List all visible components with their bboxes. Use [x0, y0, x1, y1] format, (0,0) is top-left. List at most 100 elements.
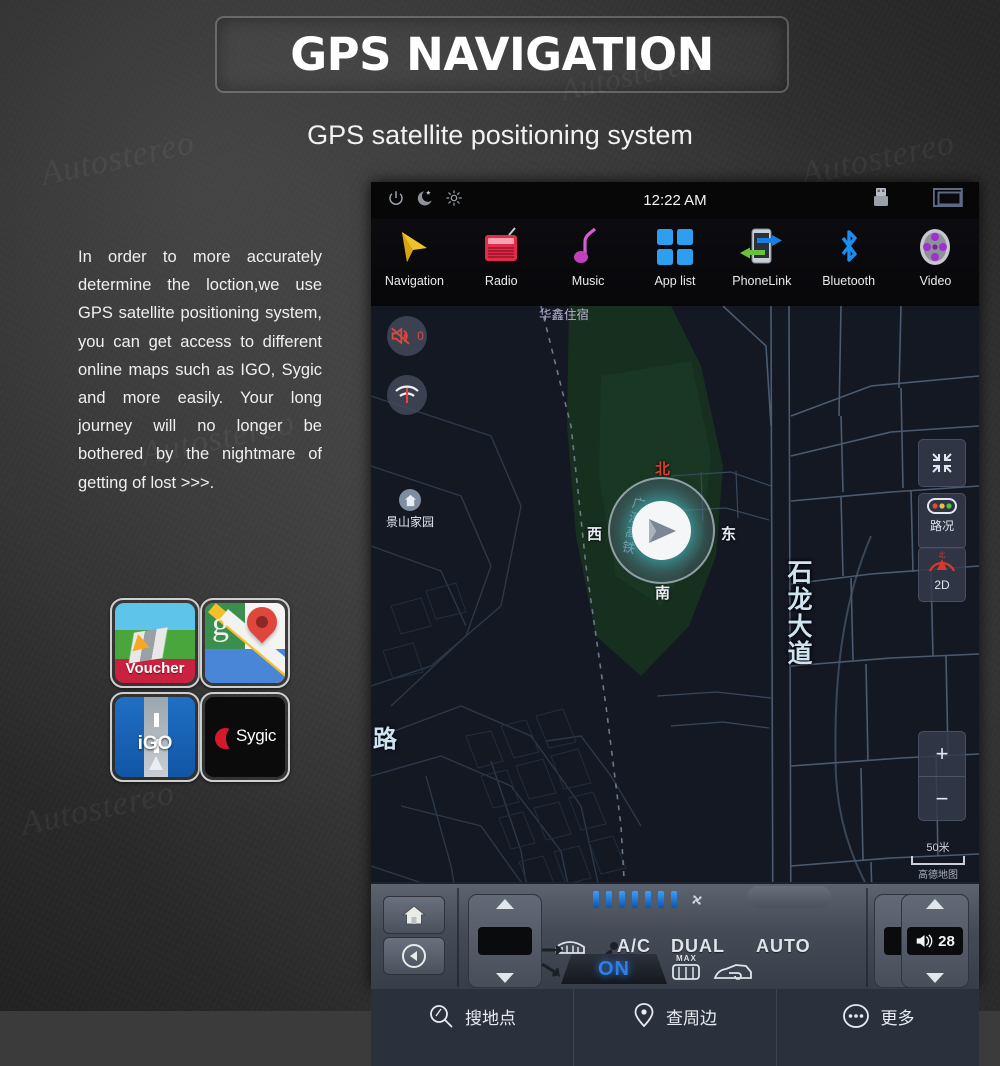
traffic-lights-icon [927, 498, 957, 514]
collapse-icon [932, 453, 952, 473]
nav-label: PhoneLink [732, 274, 792, 288]
vehicle-compass[interactable]: 北 南 西 东 [587, 461, 736, 602]
auto-label: AUTO [756, 936, 811, 956]
back-button[interactable] [383, 937, 445, 975]
head-unit-screen: 12:22 AM Navigation Radio Music App list… [371, 182, 979, 1066]
nav-item-phonelink[interactable]: PhoneLink [722, 223, 802, 288]
navigation-arrow-icon [374, 223, 454, 271]
vent-slit [606, 891, 612, 908]
zoom-in-button[interactable]: + [919, 732, 965, 777]
nav-label: Video [919, 274, 952, 288]
nav-item-navigation[interactable]: Navigation [374, 223, 454, 288]
page-subtitle: GPS satellite positioning system [307, 120, 693, 150]
vent-slit [671, 891, 677, 908]
traffic-label: 路况 [929, 519, 954, 533]
vent-slit [632, 891, 638, 908]
nav-item-music[interactable]: Music [548, 223, 628, 288]
nav-item-app-list[interactable]: App list [635, 223, 715, 288]
map-view[interactable]: 0 景山家园 华鑫住宿 石龙大道 广深高铁 路 [371, 306, 979, 966]
road-label-edge: 路 [373, 726, 397, 753]
gps-signal-icon [395, 385, 419, 403]
vent-slit [619, 891, 625, 908]
map-zoom-controls[interactable]: + − [918, 731, 966, 821]
nav-item-video[interactable]: Video [895, 223, 975, 288]
nav-label: Bluetooth [822, 274, 876, 288]
map-canvas [371, 306, 979, 966]
navigation-arrow-icon [149, 756, 163, 770]
radio-icon [461, 223, 541, 271]
app-label: Voucher [125, 660, 185, 677]
compass-north: 北 [655, 461, 671, 478]
ac-label: A/C [617, 936, 651, 956]
hardkey-stack [383, 896, 445, 975]
svg-text:北: 北 [939, 551, 946, 559]
climate-control-panel: A/C DUAL AUTO ON MAX 28 [371, 882, 979, 989]
vent-indicator [593, 888, 743, 910]
poi-label-hotel: 华鑫住宿 [539, 308, 590, 322]
home-button[interactable] [383, 896, 445, 934]
map-mute-button[interactable]: 0 [387, 316, 427, 356]
panel-divider [866, 888, 868, 987]
app-grid-icon [635, 223, 715, 271]
temp-up-button[interactable] [496, 899, 514, 909]
temp-down-button[interactable] [496, 973, 514, 983]
phone-link-icon [722, 223, 802, 271]
app-icon-google-maps[interactable]: g [200, 598, 290, 688]
road-graphic [123, 623, 191, 665]
map-tool-label: 查周边 [666, 1008, 717, 1028]
map-pin-icon [634, 1003, 654, 1028]
status-bar: 12:22 AM [371, 182, 979, 220]
body-copy: In order to more accurately determine th… [78, 248, 322, 492]
panel-knob[interactable] [747, 886, 831, 908]
main-nav-bar: Navigation Radio Music App list PhoneLin… [371, 219, 979, 311]
map-gps-signal-button[interactable] [387, 375, 427, 415]
app-icon-igo[interactable]: iGO [110, 692, 200, 782]
app-label: iGO [137, 733, 173, 754]
page-title: GPS NAVIGATION [290, 28, 714, 81]
view-mode-label: 2D [934, 578, 950, 592]
vent-slit [593, 891, 599, 908]
volume-stepper[interactable]: 28 [901, 894, 969, 988]
nav-item-radio[interactable]: Radio [461, 223, 541, 288]
volume-down-button[interactable] [926, 973, 944, 983]
zoom-out-button[interactable]: − [919, 777, 965, 821]
video-reel-icon [895, 223, 975, 271]
map-tool-label: 更多 [880, 1008, 915, 1028]
map-view-mode-button[interactable]: 北 2D [918, 547, 966, 602]
on-button[interactable]: ON [561, 954, 667, 984]
crescent-icon [215, 727, 242, 750]
app-icon-sygic[interactable]: Sygic [200, 692, 290, 782]
display-icon [932, 188, 963, 213]
bluetooth-icon [809, 223, 889, 271]
map-collapse-button[interactable] [918, 439, 966, 487]
volume-display: 28 [907, 927, 963, 955]
compass-2d-icon: 北 [928, 551, 956, 572]
driver-temp-display [478, 927, 532, 955]
poi-marker-home[interactable]: 景山家园 [386, 489, 434, 530]
road-label-main: 石龙大道 [784, 559, 812, 667]
nav-label: Radio [484, 274, 518, 288]
driver-temp-stepper[interactable] [468, 894, 542, 988]
map-attribution: 高德地图 [918, 870, 958, 881]
scale-ruler [911, 856, 965, 865]
vent-slit [658, 891, 664, 908]
back-arrow-icon [402, 944, 426, 968]
usb-icon [873, 188, 889, 213]
panel-divider [457, 888, 459, 987]
volume-value: 28 [938, 932, 955, 950]
defrost-rear-max-icon[interactable] [670, 962, 702, 984]
nav-item-bluetooth[interactable]: Bluetooth [809, 223, 889, 288]
volume-up-button[interactable] [926, 899, 944, 909]
app-icon-sygic-voucher[interactable]: Voucher [110, 598, 200, 688]
map-tool-label: 搜地点 [465, 1008, 516, 1028]
nav-label: Music [571, 274, 605, 288]
nav-label: Navigation [384, 274, 444, 288]
fan-icon [692, 895, 702, 905]
home-icon [402, 905, 426, 925]
music-note-icon [548, 223, 628, 271]
vehicle-marker [632, 501, 691, 560]
nav-label: App list [654, 274, 696, 288]
volume-icon [916, 934, 933, 948]
map-traffic-button[interactable]: 路况 [918, 493, 966, 549]
recirculate-icon[interactable] [712, 960, 754, 984]
